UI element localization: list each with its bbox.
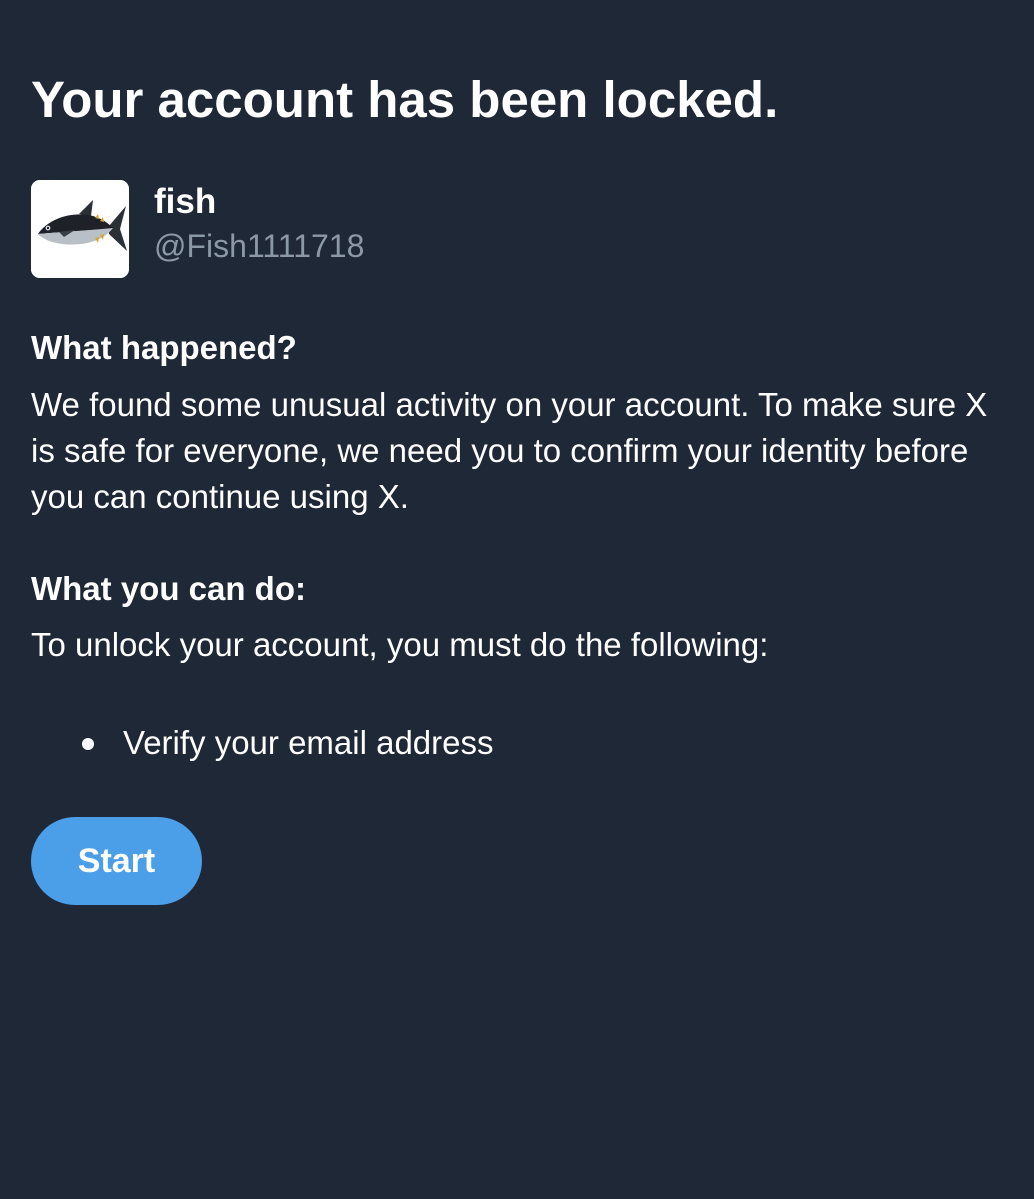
avatar	[31, 180, 129, 278]
locked-account-page: Your account has been locked. fish @Fish…	[0, 0, 1034, 1199]
user-handle: @Fish1111718	[154, 228, 365, 264]
bullet-icon	[82, 738, 94, 750]
start-button[interactable]: Start	[31, 817, 202, 905]
unlock-steps-list: Verify your email address	[80, 720, 494, 766]
what-you-can-do-text: To unlock your account, you must do the …	[31, 626, 769, 663]
display-name: fish	[154, 182, 217, 221]
what-you-can-do-heading: What you can do:	[31, 570, 306, 607]
what-happened-text: We found some unusual activity on your a…	[31, 386, 988, 515]
tuna-fish-avatar-icon	[31, 180, 129, 278]
step-label: Verify your email address	[123, 724, 494, 761]
profile-card: fish @Fish1111718	[31, 180, 731, 278]
page-title: Your account has been locked.	[31, 71, 779, 128]
list-item: Verify your email address	[80, 720, 494, 766]
what-happened-heading: What happened?	[31, 329, 297, 366]
